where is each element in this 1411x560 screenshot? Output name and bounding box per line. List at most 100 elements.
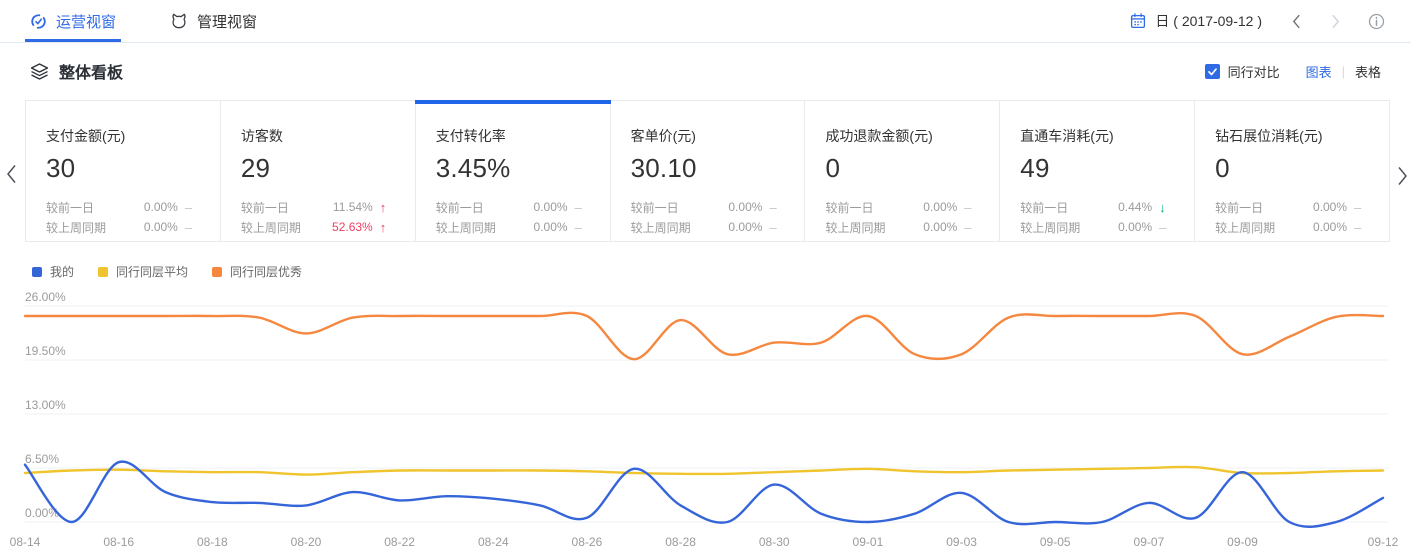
compare-row: 较前一日 0.44% ↓ [1020, 197, 1174, 217]
compare-row-value: 0.44% [1118, 200, 1152, 214]
check-icon [1207, 66, 1218, 77]
view-chart-toggle[interactable]: 图表 [1306, 62, 1332, 81]
x-axis-label: 08-24 [478, 535, 509, 549]
legend-label: 同行同层平均 [116, 263, 188, 280]
cards-scroll-right-button[interactable] [1397, 166, 1408, 191]
chevron-left-icon [6, 164, 17, 184]
date-text: 日 ( 2017-09-12 ) [1155, 11, 1262, 31]
legend-item-2[interactable]: 同行同层平均 [98, 263, 188, 280]
legend-item-1[interactable]: 我的 [32, 263, 74, 280]
metric-card-1[interactable]: 支付金额(元)30较前一日0.00%–较上周同期0.00%– [26, 101, 221, 241]
metric-value: 30.10 [631, 153, 785, 184]
chart-legend: 我的 同行同层平均 同行同层优秀 [32, 263, 302, 280]
compare-row-label: 较上周同期 [46, 219, 106, 236]
trend-flat-icon: – [1354, 200, 1369, 215]
compare-row-label: 较前一日 [631, 199, 679, 216]
trend-line-chart[interactable]: 0.00%6.50%13.00%19.50%26.00%08-1408-1608… [0, 288, 1411, 560]
compare-row-value: 0.00% [1313, 200, 1347, 214]
calendar-icon [1130, 13, 1146, 29]
compare-row-value: 0.00% [728, 220, 762, 234]
compare-row: 较前一日11.54%↑ [241, 197, 395, 217]
metric-card-2[interactable]: 访客数29较前一日11.54%↑较上周同期52.63%↑ [221, 101, 416, 241]
y-axis-label: 19.50% [25, 344, 66, 358]
trend-flat-icon: – [964, 200, 979, 215]
compare-row: 较上周同期0.00%– [825, 217, 979, 237]
metric-cards: 支付金额(元)30较前一日0.00%–较上周同期0.00%–访客数29较前一日1… [25, 100, 1390, 242]
compare-row-label: 较上周同期 [241, 219, 301, 236]
x-axis-label: 09-03 [946, 535, 977, 549]
trend-flat-icon: – [575, 220, 590, 235]
metric-card-7[interactable]: 钻石展位消耗(元)0较前一日0.00%–较上周同期0.00%– [1195, 101, 1389, 241]
x-axis-label: 08-26 [572, 535, 603, 549]
compare-row-value: 0.00% [1118, 220, 1152, 234]
compare-row-value: 0.00% [1313, 220, 1347, 234]
compare-row-value: 0.00% [728, 200, 762, 214]
compare-row-label: 较前一日 [1020, 199, 1068, 216]
metric-card-3[interactable]: 支付转化率3.45%较前一日0.00%–较上周同期0.00%– [416, 101, 611, 241]
compare-row-label: 较上周同期 [436, 219, 496, 236]
metric-value: 49 [1020, 153, 1174, 184]
trend-up-icon: ↑ [380, 220, 395, 235]
metric-value: 29 [241, 153, 395, 184]
cards-scroll-left-button[interactable] [6, 164, 17, 189]
metric-compare-rows: 较前一日0.00%– 较上周同期 0.00%– [436, 197, 590, 237]
layers-icon [30, 63, 49, 80]
x-axis-label: 08-20 [291, 535, 322, 549]
metric-value: 0 [825, 153, 979, 184]
compare-row: 较上周同期0.00%– [1215, 217, 1369, 237]
metric-title: 成功退款金额(元) [825, 126, 979, 146]
topbar-tabs: 运营视窗 管理视窗 [30, 0, 311, 42]
legend-label: 我的 [50, 263, 74, 280]
compare-row-value: 0.00% [534, 220, 568, 234]
compare-row: 较上周同期0.00%– [631, 217, 785, 237]
trend-flat-icon: – [1159, 220, 1174, 235]
compare-row: 较前一日0.00%– [46, 197, 200, 217]
x-axis-label: 08-22 [384, 535, 415, 549]
metric-card-6[interactable]: 直通车消耗(元)49较前一日0.44%↓较上周同期0.00%– [1000, 101, 1195, 241]
metric-compare-rows: 较前一日0.00%–较上周同期0.00%– [825, 197, 979, 237]
metric-title: 直通车消耗(元) [1020, 126, 1174, 146]
info-icon [1368, 13, 1385, 30]
legend-item-3[interactable]: 同行同层优秀 [212, 263, 302, 280]
tab-operation-view[interactable]: 运营视窗 [30, 0, 116, 42]
trend-flat-icon: – [964, 220, 979, 235]
info-button[interactable] [1368, 13, 1385, 30]
x-axis-label: 08-28 [665, 535, 696, 549]
view-table-toggle[interactable]: 表格 [1355, 62, 1381, 81]
compare-row: 较上周同期 0.00%– [436, 217, 590, 237]
metric-card-5[interactable]: 成功退款金额(元) 0 较前一日0.00%–较上周同期0.00%– [805, 101, 1000, 241]
x-axis-label: 09-09 [1227, 535, 1258, 549]
topbar: 运营视窗 管理视窗 [0, 0, 1411, 43]
metric-compare-rows: 较前一日 0.00%–较上周同期0.00%– [631, 197, 785, 237]
peer-compare-label[interactable]: 同行对比 [1228, 62, 1280, 81]
date-picker[interactable]: 日 ( 2017-09-12 ) [1130, 11, 1262, 31]
prev-day-button[interactable] [1292, 14, 1301, 29]
compare-row: 较前一日0.00%– [825, 197, 979, 217]
x-axis-label: 09-12 [1368, 535, 1399, 549]
section-header: 整体看板 [30, 59, 123, 83]
metric-title: 支付转化率 [436, 126, 590, 146]
shield-icon [30, 13, 47, 30]
peer-compare-checkbox[interactable] [1205, 64, 1220, 79]
metric-compare-rows: 较前一日0.44%↓较上周同期0.00%– [1020, 197, 1174, 237]
next-day-button[interactable] [1331, 14, 1340, 29]
compare-row-label: 较前一日 [825, 199, 873, 216]
compare-row-value: 11.54% [333, 200, 373, 214]
trend-flat-icon: – [185, 200, 200, 215]
legend-swatch [98, 267, 108, 277]
trend-down-icon: ↓ [1159, 200, 1174, 215]
trend-flat-icon: – [769, 220, 784, 235]
compare-row-value: 52.63% [332, 220, 373, 234]
compare-row-value: 0.00% [534, 200, 568, 214]
x-axis-label: 09-05 [1040, 535, 1071, 549]
trend-flat-icon: – [185, 220, 200, 235]
x-axis-label: 09-07 [1134, 535, 1165, 549]
compare-row: 较上周同期0.00%– [46, 217, 200, 237]
x-axis-label: 08-14 [10, 535, 41, 549]
legend-swatch [32, 267, 42, 277]
x-axis-label: 08-16 [103, 535, 134, 549]
compare-row: 较前一日0.00%– [436, 197, 590, 217]
tab-management-view[interactable]: 管理视窗 [170, 0, 257, 42]
trend-flat-icon: – [1354, 220, 1369, 235]
metric-card-4[interactable]: 客单价(元)30.10较前一日0.00%–较上周同期0.00%– [611, 101, 806, 241]
